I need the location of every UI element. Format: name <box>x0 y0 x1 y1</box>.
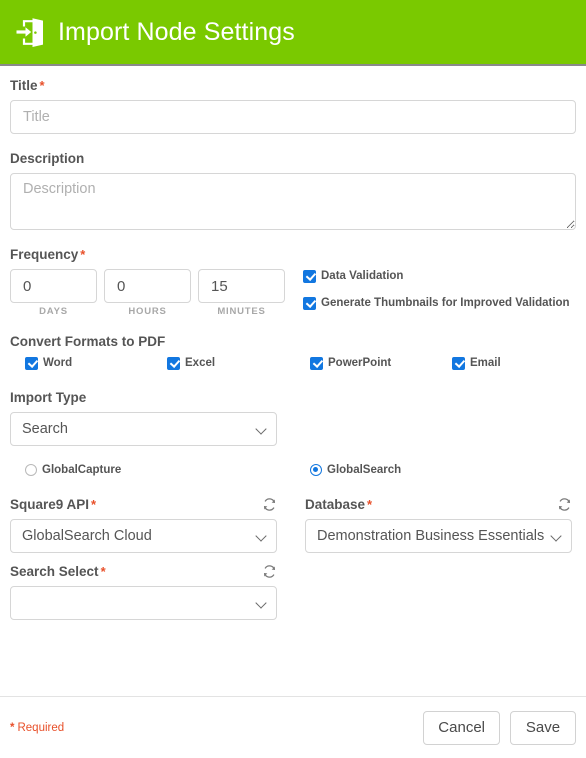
validation-options: Data Validation Generate Thumbnails for … <box>303 269 570 323</box>
square9-api-select-wrap: GlobalSearch Cloud <box>10 519 277 553</box>
search-select-column: Search Select * <box>10 563 277 620</box>
source-radio-group: GlobalCapture GlobalSearch <box>10 464 576 486</box>
globalcapture-label: GlobalCapture <box>42 464 122 476</box>
format-excel-label: Excel <box>185 357 216 369</box>
globalcapture-radio[interactable] <box>25 464 37 476</box>
format-excel-row[interactable]: Excel <box>167 356 215 370</box>
square9-api-required-asterisk: * <box>91 496 97 512</box>
format-powerpoint-checkbox[interactable] <box>310 356 323 370</box>
save-button[interactable]: Save <box>510 710 576 745</box>
frequency-days-unit: DAYS <box>39 306 68 317</box>
database-label-text: Database <box>305 496 366 512</box>
format-word-row[interactable]: Word <box>25 356 72 370</box>
format-powerpoint-row[interactable]: PowerPoint <box>310 356 391 370</box>
frequency-days-cell: DAYS <box>10 269 97 317</box>
title-label-text: Title <box>10 78 38 93</box>
database-label-line: Database * <box>305 496 572 513</box>
radio-globalcapture-row[interactable]: GlobalCapture <box>25 464 121 476</box>
convert-formats-label: Convert Formats to PDF <box>10 334 576 350</box>
frequency-minutes-input[interactable] <box>198 269 285 303</box>
required-note-asterisk: * <box>10 721 15 734</box>
title-input[interactable] <box>10 100 576 134</box>
search-select-refresh-icon[interactable] <box>262 564 277 579</box>
search-select-label-text: Search Select <box>10 563 99 579</box>
database-select-wrap: Demonstration Business Essentials <box>305 519 572 553</box>
required-note: * Required <box>10 722 64 734</box>
settings-form: Title* Description Frequency* DAYS HOURS… <box>0 66 586 620</box>
square9-api-label-line: Square9 API * <box>10 496 277 513</box>
description-label: Description <box>10 151 576 167</box>
globalsearch-radio[interactable] <box>310 464 322 476</box>
search-select-dropdown[interactable] <box>10 586 277 620</box>
database-select[interactable]: Demonstration Business Essentials <box>305 519 572 553</box>
radio-globalsearch-row[interactable]: GlobalSearch <box>310 464 401 476</box>
format-excel-checkbox[interactable] <box>167 356 180 370</box>
format-powerpoint-label: PowerPoint <box>328 357 392 369</box>
format-word-checkbox[interactable] <box>25 356 38 370</box>
frequency-label-text: Frequency <box>10 247 79 262</box>
format-word-label: Word <box>43 357 73 369</box>
generate-thumbnails-checkbox-row[interactable]: Generate Thumbnails for Improved Validat… <box>303 296 570 310</box>
square9-api-column: Square9 API * GlobalSearch Cloud <box>10 496 277 553</box>
square9-api-refresh-icon[interactable] <box>262 497 277 512</box>
page-title: Import Node Settings <box>58 17 295 46</box>
search-select-row: Search Select * <box>10 563 576 620</box>
convert-formats-label-text: Convert Formats to PDF <box>10 334 166 349</box>
database-label: Database * <box>305 497 372 513</box>
required-note-text: Required <box>17 721 65 734</box>
import-type-select[interactable]: Search <box>10 412 277 446</box>
title-label: Title * <box>10 78 576 94</box>
api-database-row: Square9 API * GlobalSearch Cloud Databas… <box>10 496 576 553</box>
data-validation-label: Data Validation <box>321 270 404 282</box>
square9-api-label: Square9 API * <box>10 497 96 513</box>
data-validation-checkbox-row[interactable]: Data Validation <box>303 269 570 283</box>
import-type-label: Import Type <box>10 390 576 406</box>
format-email-row[interactable]: Email <box>452 356 501 370</box>
globalsearch-label: GlobalSearch <box>327 464 402 476</box>
title-required-asterisk: * <box>39 78 45 93</box>
import-door-icon <box>16 18 43 47</box>
import-type-select-wrap: Search <box>10 412 277 446</box>
frequency-label: Frequency * <box>10 247 576 263</box>
description-textarea[interactable] <box>10 173 576 230</box>
frequency-hours-unit: HOURS <box>128 306 167 317</box>
frequency-minutes-cell: MINUTES <box>198 269 285 317</box>
generate-thumbnails-checkbox[interactable] <box>303 296 316 310</box>
database-column: Database * Demonstration Business Essenti… <box>305 496 572 553</box>
description-label-text: Description <box>10 151 85 166</box>
dialog-header: Import Node Settings <box>0 0 586 66</box>
data-validation-checkbox[interactable] <box>303 269 316 283</box>
search-select-spacer <box>305 563 572 620</box>
import-type-label-text: Import Type <box>10 390 87 405</box>
search-select-wrap <box>10 586 277 620</box>
database-refresh-icon[interactable] <box>557 497 572 512</box>
format-email-checkbox[interactable] <box>452 356 465 370</box>
frequency-days-input[interactable] <box>10 269 97 303</box>
frequency-minutes-unit: MINUTES <box>217 306 266 317</box>
cancel-button[interactable]: Cancel <box>423 710 500 745</box>
convert-formats-options: Word Excel PowerPoint Email <box>10 356 576 376</box>
search-select-required-asterisk: * <box>100 563 106 579</box>
dialog-footer: * Required Cancel Save <box>0 696 586 758</box>
frequency-hours-input[interactable] <box>104 269 191 303</box>
footer-buttons: Cancel Save <box>423 710 576 745</box>
database-required-asterisk: * <box>367 496 373 512</box>
frequency-section: Frequency* DAYS HOURS MINUTES Data Valid… <box>10 247 576 317</box>
frequency-hours-cell: HOURS <box>104 269 191 317</box>
search-select-label-line: Search Select * <box>10 563 277 580</box>
search-select-label: Search Select * <box>10 564 106 580</box>
square9-api-select[interactable]: GlobalSearch Cloud <box>10 519 277 553</box>
format-email-label: Email <box>470 357 501 369</box>
frequency-required-asterisk: * <box>80 247 86 262</box>
generate-thumbnails-label: Generate Thumbnails for Improved Validat… <box>321 297 570 309</box>
square9-api-label-text: Square9 API <box>10 496 90 512</box>
